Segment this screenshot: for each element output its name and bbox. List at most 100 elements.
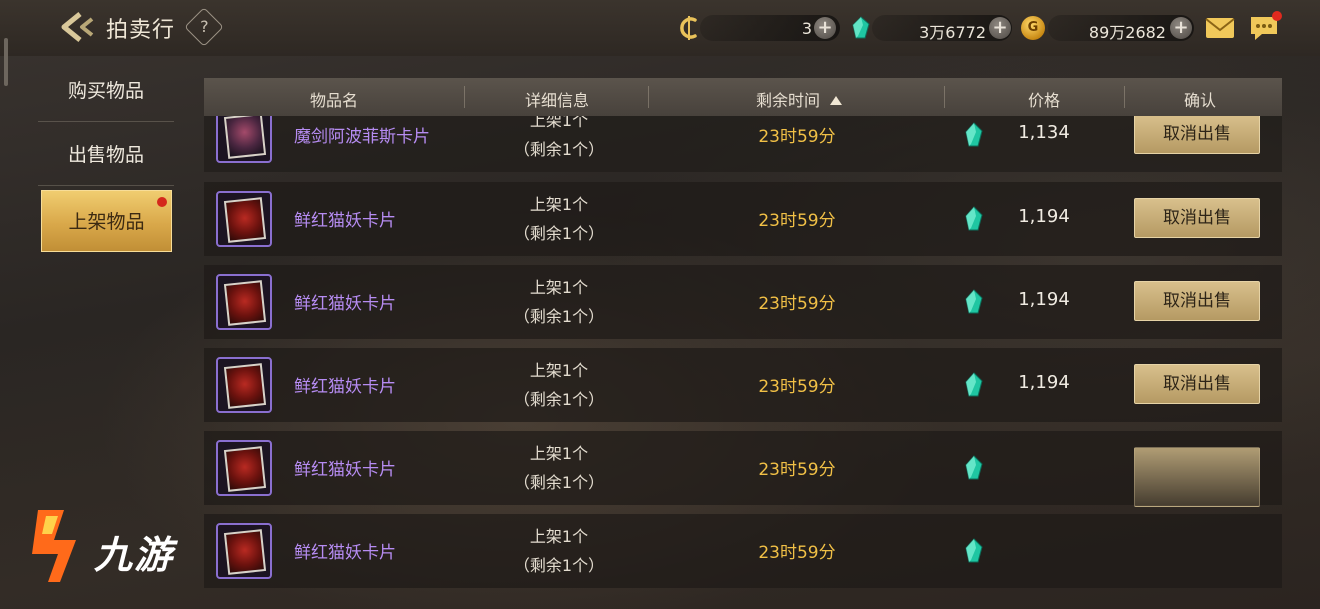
item-card-thumbnail [216,440,272,496]
header-remaining-time[interactable]: 剩余时间 [724,87,874,111]
item-detail: 上架1个 （剩余1个） [474,190,644,248]
table-row[interactable]: 鲜红猫妖卡片 上架1个 （剩余1个） 23时59分 1,194 取消出售 [204,348,1282,422]
detail-listed: 上架1个 [529,527,589,546]
item-detail: 上架1个 （剩余1个） [474,273,644,331]
detail-remaining: （剩余1个） [513,307,605,326]
remaining-time: 23时59分 [758,377,836,397]
chat-notification-dot [1272,11,1282,21]
listing-table[interactable]: 魔剑阿波菲斯卡片 上架1个 （剩余1个） 23时59分 1,134 取消出售 鲜… [204,116,1282,609]
currency-gold: 89万2682 + [1048,15,1194,42]
gem-icon [965,206,983,231]
gem-icon [965,122,983,147]
sidebar-item-buy[interactable]: 购买物品 [38,60,174,122]
detail-remaining: （剩余1个） [513,556,605,575]
currency-gem-value: 3万6772 [919,23,986,42]
item-name: 魔剑阿波菲斯卡片 [294,127,430,147]
header-divider [1124,86,1125,108]
item-price: 1,194 [1018,206,1070,227]
item-card-thumbnail [216,523,272,579]
gold-coin-icon: G [1021,16,1045,40]
edge-scroll-indicator [4,38,8,86]
notification-dot [157,197,167,207]
currency-gem: 3万6772 + [872,15,1012,42]
card-art [223,363,267,409]
currency-gold-value: 89万2682 [1088,23,1166,42]
detail-listed: 上架1个 [529,195,589,214]
header-detail: 详细信息 [524,91,589,110]
header-price: 价格 [1027,91,1060,110]
add-c-token-button[interactable]: + [814,17,836,39]
remaining-time: 23时59分 [758,211,836,231]
table-header: 物品名 详细信息 剩余时间 价格 确认 [204,78,1282,116]
item-name: 鲜红猫妖卡片 [294,377,396,397]
cancel-sale-button[interactable] [1134,447,1260,507]
gem-icon [965,372,983,397]
sidebar-item-label: 购买物品 [67,80,144,102]
cancel-sale-button[interactable]: 取消出售 [1134,198,1260,238]
card-art [223,529,267,575]
top-bar: 拍卖行 ? 3 + 3万6772 + G 89万2682 + [0,0,1320,86]
currency-c-token: 3 + [700,15,840,41]
item-card-thumbnail [216,274,272,330]
item-detail: 上架1个 （剩余1个） [474,522,644,580]
table-row[interactable]: 魔剑阿波菲斯卡片 上架1个 （剩余1个） 23时59分 1,134 取消出售 [204,116,1282,172]
sidebar-item-label: 上架物品 [68,211,145,233]
remaining-time: 23时59分 [758,460,836,480]
gem-icon [965,289,983,314]
item-detail: 上架1个 （剩余1个） [474,439,644,497]
item-card-thumbnail [216,116,272,163]
add-gem-button[interactable]: + [989,17,1011,39]
question-icon: ? [200,17,209,37]
header-item-name: 物品名 [309,91,358,110]
sidebar-item-listed[interactable]: 上架物品 [41,190,172,252]
item-detail: 上架1个 （剩余1个） [474,116,644,164]
item-card-thumbnail [216,191,272,247]
header-divider [648,86,649,108]
remaining-time: 23时59分 [758,294,836,314]
item-name: 鲜红猫妖卡片 [294,543,396,563]
gem-icon [965,538,983,563]
item-price: 1,194 [1018,372,1070,393]
c-token-icon [680,16,697,40]
header-divider [464,86,465,108]
item-card-thumbnail [216,357,272,413]
table-row[interactable]: 鲜红猫妖卡片 上架1个 （剩余1个） 23时59分 [204,514,1282,588]
table-row[interactable]: 鲜红猫妖卡片 上架1个 （剩余1个） 23时59分 1,194 取消出售 [204,182,1282,256]
cancel-sale-button[interactable]: 取消出售 [1134,116,1260,154]
detail-listed: 上架1个 [529,116,589,130]
item-name: 鲜红猫妖卡片 [294,294,396,314]
back-arrow-icon[interactable] [58,10,98,44]
item-detail: 上架1个 （剩余1个） [474,356,644,414]
remaining-time: 23时59分 [758,543,836,563]
watermark-text: 九游 [94,533,175,577]
gem-icon [965,455,983,480]
item-price: 1,134 [1018,122,1070,143]
header-confirm: 确认 [1183,91,1216,110]
item-name: 鲜红猫妖卡片 [294,460,396,480]
item-price: 1,194 [1018,289,1070,310]
help-button[interactable]: ? [184,7,224,47]
detail-listed: 上架1个 [529,444,589,463]
mail-icon[interactable] [1205,17,1235,39]
gem-icon [852,16,870,39]
remaining-time: 23时59分 [758,127,836,147]
currency-c-token-value: 3 [801,19,812,38]
detail-listed: 上架1个 [529,278,589,297]
detail-remaining: （剩余1个） [513,140,605,159]
header-divider [944,86,945,108]
table-row[interactable]: 鲜红猫妖卡片 上架1个 （剩余1个） 23时59分 [204,431,1282,507]
page-title: 拍卖行 [106,18,176,43]
cancel-sale-button[interactable]: 取消出售 [1134,281,1260,321]
card-art [223,116,267,159]
cancel-sale-button[interactable]: 取消出售 [1134,364,1260,404]
sort-ascending-icon [830,96,842,105]
item-name: 鲜红猫妖卡片 [294,211,396,231]
sidebar-item-label: 出售物品 [67,144,144,166]
card-art [223,197,267,243]
add-gold-button[interactable]: + [1170,17,1192,39]
detail-listed: 上架1个 [529,361,589,380]
sidebar-item-sell[interactable]: 出售物品 [38,124,174,186]
table-row[interactable]: 鲜红猫妖卡片 上架1个 （剩余1个） 23时59分 1,194 取消出售 [204,265,1282,339]
card-art [223,280,267,326]
detail-remaining: （剩余1个） [513,224,605,243]
